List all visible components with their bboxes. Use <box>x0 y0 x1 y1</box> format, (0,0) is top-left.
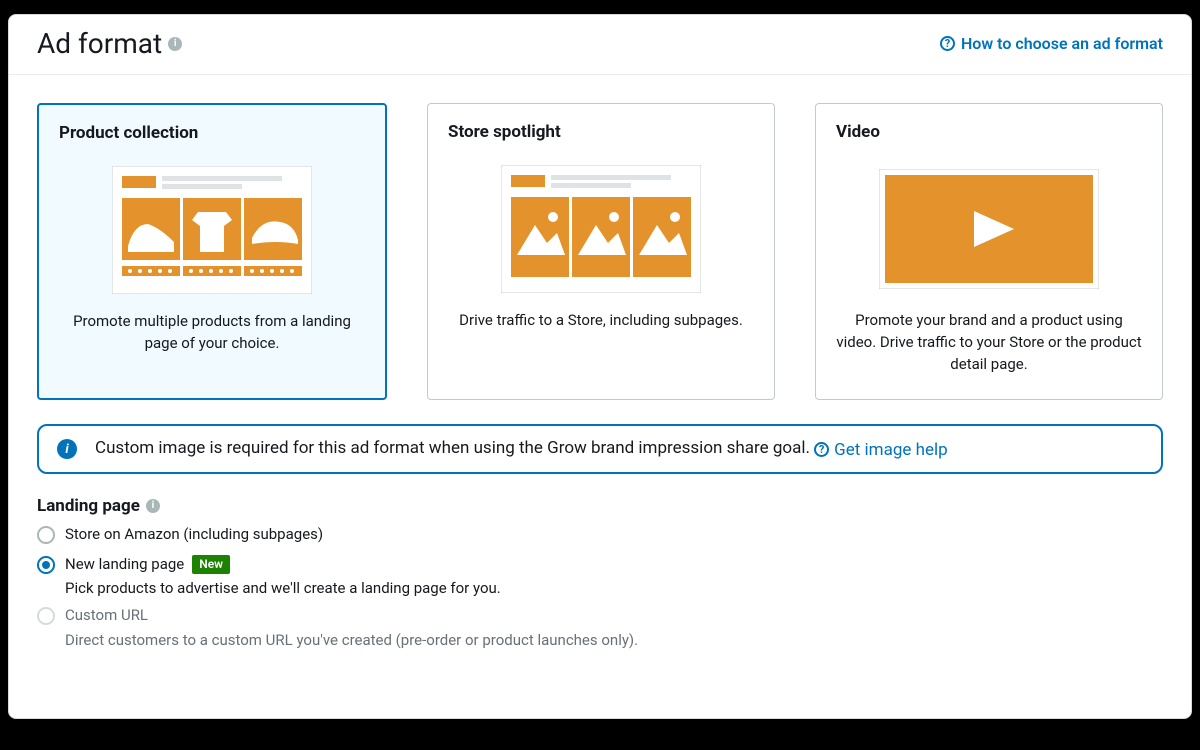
page-title: Ad format i <box>37 27 182 60</box>
card-thumbnail <box>59 161 365 299</box>
card-title: Store spotlight <box>448 122 754 142</box>
help-link-text: How to choose an ad format <box>961 34 1163 53</box>
new-badge: New <box>192 555 230 574</box>
radio-label: New landing page <box>65 554 184 576</box>
card-desc: Promote your brand and a product using v… <box>836 310 1142 375</box>
info-alert: i Custom image is required for this ad f… <box>37 424 1163 474</box>
radio-input[interactable] <box>37 556 55 574</box>
video-icon <box>879 169 1099 289</box>
radio-input[interactable] <box>37 526 55 544</box>
alert-link[interactable]: ? Get image help <box>814 440 948 460</box>
store-spotlight-icon <box>501 165 701 293</box>
info-icon[interactable]: i <box>168 37 182 51</box>
panel-content: Product collection <box>9 75 1191 667</box>
card-desc: Promote multiple products from a landing… <box>59 311 365 355</box>
card-thumbnail <box>836 160 1142 298</box>
radio-input[interactable] <box>37 607 55 625</box>
info-icon: i <box>57 439 77 459</box>
radio-label-row: New landing page New <box>65 554 230 576</box>
page-title-text: Ad format <box>37 27 162 60</box>
card-product-collection[interactable]: Product collection <box>37 103 387 400</box>
card-thumbnail <box>448 160 754 298</box>
landing-page-title: Landing page i <box>37 496 1163 516</box>
radio-desc: Direct customers to a custom URL you've … <box>65 631 1163 649</box>
card-desc: Drive traffic to a Store, including subp… <box>448 310 754 332</box>
card-title: Video <box>836 122 1142 142</box>
radio-desc: Pick products to advertise and we'll cre… <box>65 579 1163 597</box>
radio-label: Store on Amazon (including subpages) <box>65 524 323 546</box>
radio-store-on-amazon[interactable]: Store on Amazon (including subpages) <box>37 524 1163 546</box>
card-video[interactable]: Video Promote your brand and a product u… <box>815 103 1163 400</box>
radio-custom-url[interactable]: Custom URL <box>37 605 1163 627</box>
landing-page-options: Store on Amazon (including subpages) New… <box>37 524 1163 649</box>
alert-body: Custom image is required for this ad for… <box>95 438 948 460</box>
product-collection-icon <box>112 166 312 294</box>
panel-header: Ad format i ? How to choose an ad format <box>9 15 1191 74</box>
help-icon: ? <box>940 36 955 51</box>
info-icon[interactable]: i <box>146 499 160 513</box>
help-link[interactable]: ? How to choose an ad format <box>940 34 1163 53</box>
radio-label: Custom URL <box>65 605 148 627</box>
card-title: Product collection <box>59 123 365 143</box>
alert-text: Custom image is required for this ad for… <box>95 438 810 458</box>
help-icon: ? <box>814 442 829 457</box>
card-store-spotlight[interactable]: Store spotlight <box>427 103 775 400</box>
radio-new-landing-page[interactable]: New landing page New <box>37 554 1163 576</box>
landing-title-text: Landing page <box>37 496 140 516</box>
ad-format-cards: Product collection <box>37 103 1163 400</box>
ad-format-panel: Ad format i ? How to choose an ad format… <box>8 14 1192 719</box>
alert-link-text: Get image help <box>834 440 948 460</box>
